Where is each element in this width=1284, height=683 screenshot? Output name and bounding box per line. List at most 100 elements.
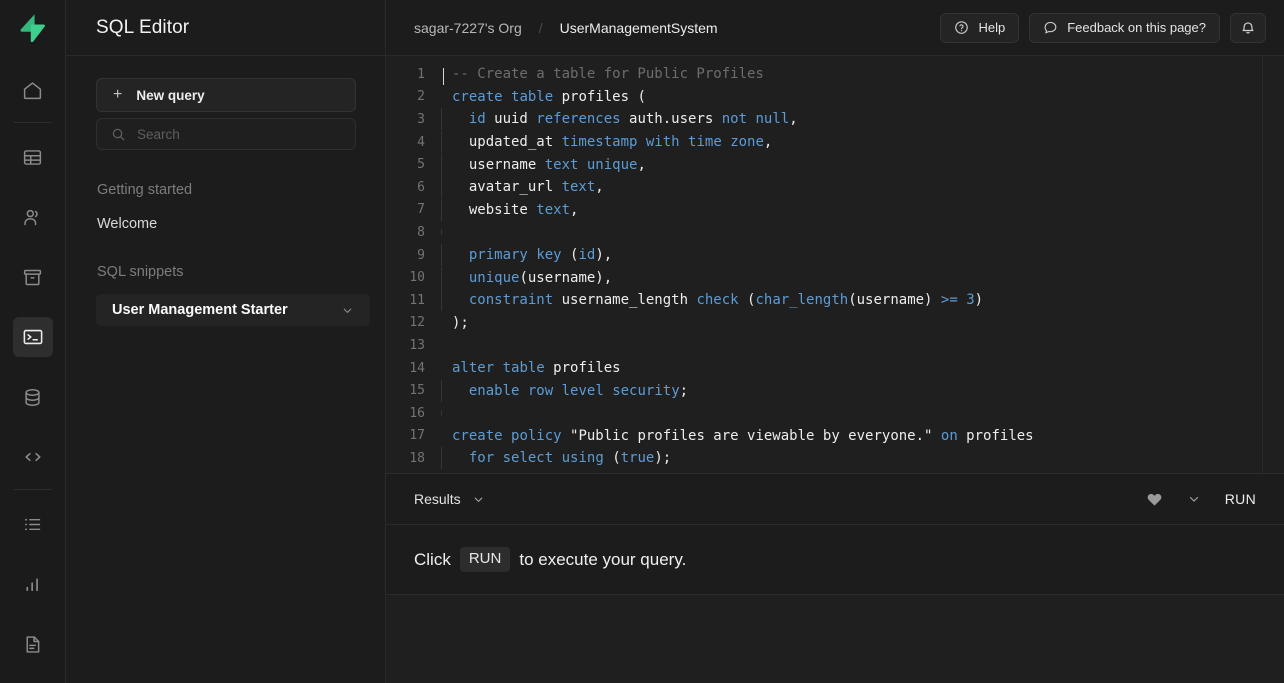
- sidebar-item-storage[interactable]: [13, 257, 53, 297]
- page-title: SQL Editor: [96, 16, 190, 38]
- code-line[interactable]: 13: [386, 334, 1284, 357]
- help-button[interactable]: Help: [940, 12, 1020, 43]
- documents-icon: [26, 635, 40, 653]
- code-line[interactable]: 17 create policy "Public profiles are vie…: [386, 425, 1284, 448]
- chevron-down-icon[interactable]: [341, 304, 354, 317]
- code-line[interactable]: 7 website text,: [386, 198, 1284, 222]
- line-number: 11: [409, 292, 425, 308]
- code-line-text: for select using (true);: [441, 447, 671, 470]
- help-label: Help: [978, 20, 1006, 35]
- code-line[interactable]: 18 for select using (true);: [386, 447, 1284, 470]
- notifications-button[interactable]: [1230, 12, 1266, 43]
- code-line-text: id uuid references auth.users not null,: [441, 108, 798, 131]
- indent-guide: [441, 289, 442, 312]
- sql-snippets-header: SQL snippets: [97, 264, 184, 280]
- code-line[interactable]: 15 enable row level security;: [386, 379, 1284, 402]
- code-line[interactable]: 9 primary key (id),: [386, 244, 1284, 267]
- line-number: 13: [409, 337, 425, 353]
- line-number: 15: [409, 383, 425, 399]
- code-line[interactable]: 14 alter table profiles: [386, 357, 1284, 380]
- code-line[interactable]: 8: [386, 221, 1284, 244]
- home-icon: [23, 81, 42, 99]
- new-query-button[interactable]: + New query: [96, 78, 356, 112]
- code-line-text: -- Create a table for Public Profiles: [441, 66, 764, 86]
- breadcrumb-project[interactable]: UserManagementSystem: [560, 20, 718, 36]
- indent-guide: [441, 176, 442, 199]
- sidebar-item-table-editor[interactable]: [13, 137, 53, 177]
- rail-divider-top: [13, 122, 52, 123]
- breadcrumb-org[interactable]: sagar-7227's Org: [414, 20, 522, 36]
- authentication-icon: [24, 209, 38, 225]
- favorite-button[interactable]: [1146, 491, 1163, 508]
- code-line-text: create table profiles (: [452, 88, 646, 105]
- code-line[interactable]: 16: [386, 402, 1284, 425]
- indent-guide: [441, 153, 442, 176]
- line-number: 3: [417, 111, 425, 127]
- sidebar-item-api[interactable]: [13, 437, 53, 477]
- sidebar-item-database[interactable]: [13, 377, 53, 417]
- indent-guide: [441, 198, 442, 221]
- breadcrumb: sagar-7227's Org / UserManagementSystem: [414, 20, 940, 36]
- sidebar-item-home[interactable]: [13, 70, 53, 110]
- results-toolbar-actions: RUN: [1146, 491, 1256, 508]
- code-line[interactable]: 6 avatar_url text,: [386, 176, 1284, 199]
- search-input[interactable]: Search: [96, 118, 356, 150]
- code-line-text: updated_at timestamp with time zone,: [441, 131, 772, 154]
- feedback-button[interactable]: Feedback on this page?: [1029, 12, 1220, 43]
- sidebar-item-sql-editor[interactable]: [12, 317, 53, 357]
- code-line-text: primary key (id),: [441, 244, 612, 267]
- code-line[interactable]: 12);: [386, 312, 1284, 335]
- code-line[interactable]: 1 -- Create a table for Public Profiles: [386, 63, 1284, 86]
- getting-started-header: Getting started: [97, 182, 193, 198]
- line-number: 1: [417, 66, 425, 82]
- breadcrumb-separator: /: [538, 19, 543, 36]
- code-line-text: );: [452, 314, 469, 331]
- run-button[interactable]: RUN: [1225, 491, 1256, 507]
- sidebar-item-documents[interactable]: [13, 624, 53, 664]
- sidebar-item-logs[interactable]: [13, 504, 53, 544]
- indent-guide: [441, 410, 442, 417]
- plus-icon: +: [113, 86, 123, 103]
- code-line-text: unique(username),: [441, 266, 612, 289]
- snippet-user-management-starter[interactable]: User Management Starter: [96, 294, 370, 326]
- code-line-text: website text,: [441, 198, 578, 221]
- sql-code-editor[interactable]: 1 -- Create a table for Public Profiles 2 c…: [386, 56, 1284, 474]
- results-more-button[interactable]: [1187, 492, 1201, 506]
- indent-guide: [441, 131, 442, 154]
- sidebar-header: SQL Editor: [66, 0, 385, 56]
- heart-icon: [1147, 493, 1162, 506]
- supabase-logo[interactable]: [0, 0, 66, 56]
- code-line[interactable]: 10 unique(username),: [386, 266, 1284, 289]
- results-tab[interactable]: Results: [414, 491, 1146, 507]
- code-line[interactable]: 11 constraint username_length check (cha…: [386, 289, 1284, 312]
- code-line[interactable]: 3 id uuid references auth.users not null…: [386, 108, 1284, 131]
- code-line-text: create policy "Public profiles are viewa…: [452, 427, 1034, 444]
- line-number: 5: [417, 157, 425, 173]
- sidebar-item-authentication[interactable]: [13, 197, 53, 237]
- run-hint-suffix: to execute your query.: [519, 549, 687, 569]
- line-number: 4: [417, 134, 425, 150]
- code-line[interactable]: 5 username text unique,: [386, 153, 1284, 176]
- code-line[interactable]: 4 updated_at timestamp with time zone,: [386, 131, 1284, 154]
- sql-editor-sidebar: SQL Editor + New query Search Getting st…: [66, 0, 386, 683]
- table-editor-icon: [23, 149, 42, 165]
- code-line-text: alter table profiles: [452, 360, 621, 377]
- main-content: sagar-7227's Org / UserManagementSystem …: [386, 0, 1284, 683]
- sidebar-item-reports[interactable]: [13, 564, 53, 604]
- logs-list-icon: [25, 518, 41, 530]
- line-number: 9: [417, 247, 425, 263]
- code-line-text: avatar_url text,: [441, 176, 604, 199]
- chevron-down-icon: [1189, 496, 1198, 502]
- indent-guide: [441, 229, 442, 236]
- reports-chart-icon: [26, 577, 38, 591]
- chevron-down-icon[interactable]: [472, 493, 485, 506]
- sidebar-item-welcome[interactable]: Welcome: [96, 216, 355, 232]
- code-line-text: constraint username_length check (char_l…: [441, 289, 983, 312]
- search-icon: [112, 128, 125, 140]
- bell-icon: [1242, 21, 1254, 34]
- line-number: 6: [417, 179, 425, 195]
- question-circle-icon: [955, 21, 969, 34]
- line-number: 17: [409, 428, 425, 444]
- code-line[interactable]: 2 create table profiles (: [386, 86, 1284, 109]
- search-placeholder: Search: [137, 126, 180, 142]
